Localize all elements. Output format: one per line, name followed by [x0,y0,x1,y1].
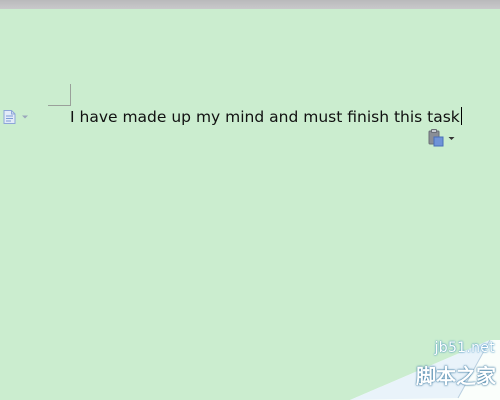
document-text-line[interactable]: I have made up my mind and must finish t… [70,107,462,127]
paste-clipboard-icon [428,129,444,147]
watermark-brand: 脚本之家 [416,364,496,388]
paragraph-options-button[interactable] [3,108,33,126]
document-icon [3,110,16,124]
ruler-strip [0,0,500,9]
site-watermark: jb51.net 脚本之家 [340,340,500,400]
paste-options-button[interactable] [428,128,460,148]
watermark-domain: jb51.net [434,340,495,356]
text-cursor [460,107,462,125]
margin-corner-mark [48,84,71,106]
document-text: I have made up my mind and must finish t… [70,108,460,126]
chevron-down-icon [22,115,28,119]
document-page[interactable]: I have made up my mind and must finish t… [0,0,500,400]
chevron-down-icon [448,136,455,140]
